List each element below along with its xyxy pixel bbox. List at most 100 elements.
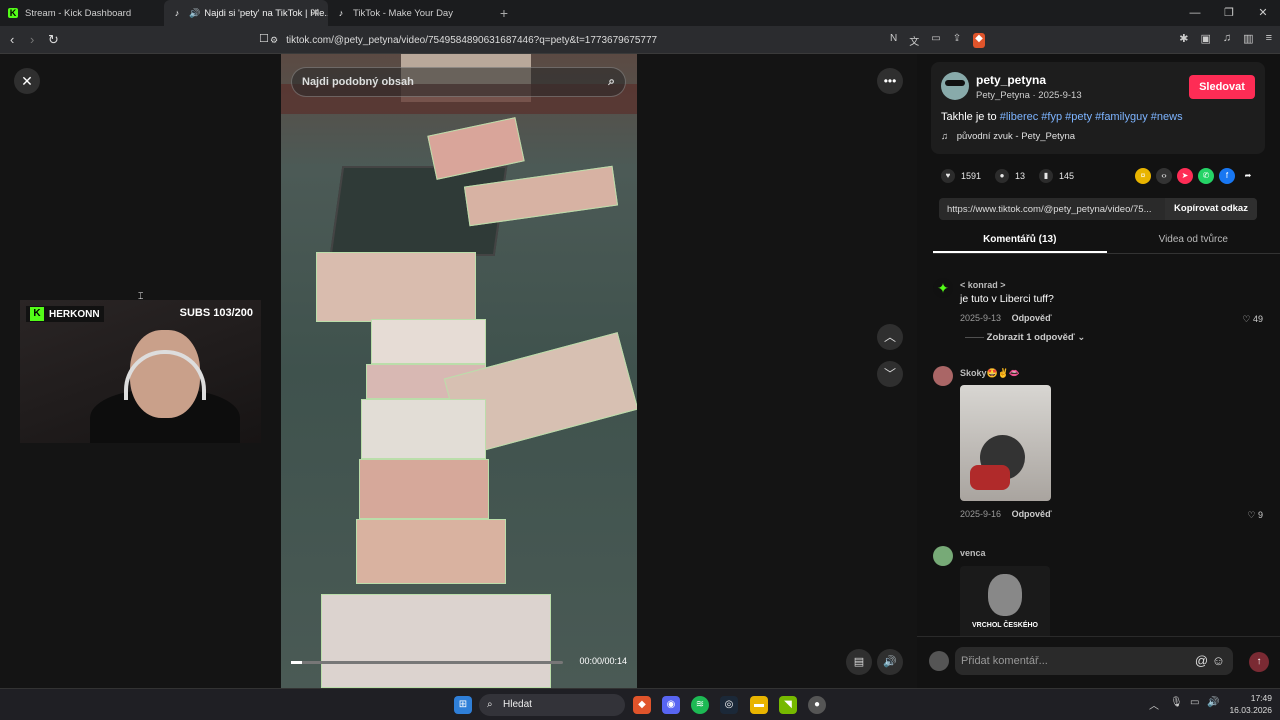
facebook-icon[interactable]: f <box>1219 168 1235 184</box>
like-button[interactable]: ♥ 1591 <box>941 169 981 183</box>
whatsapp-icon[interactable]: ✆ <box>1198 168 1214 184</box>
commenter-avatar[interactable]: ✦ <box>933 278 953 298</box>
comment-image[interactable]: VRCHOL ČESKÉHO <box>960 566 1050 636</box>
microphone-icon[interactable]: 🎙 <box>1170 697 1183 708</box>
start-icon[interactable]: ⊞ <box>454 696 472 714</box>
floating-player-button[interactable]: ▤ <box>846 649 872 675</box>
nvidia-icon[interactable]: ◥ <box>779 696 797 714</box>
extensions-icon[interactable]: ✱ <box>1179 32 1188 45</box>
reply-button[interactable]: Odpověď <box>1012 313 1052 323</box>
discord-icon[interactable]: ◉ <box>662 696 680 714</box>
reply-button[interactable]: Odpověď <box>1012 509 1052 519</box>
taskbar-search[interactable]: ⌕ Hledat <box>479 694 625 716</box>
steam-icon[interactable]: ◎ <box>720 696 738 714</box>
creator-meta: Pety_Petyna · 2025-9-13 <box>976 90 1082 101</box>
comment-like-button[interactable]: ♡ 9 <box>1247 510 1263 521</box>
video-player[interactable]: Najdi podobný obsah ⌕ 00:00/00:14 <box>281 54 637 688</box>
share-icon[interactable]: ⇪ <box>953 33 961 48</box>
music-icon[interactable]: ♫ <box>1223 32 1231 45</box>
kick-icon: K <box>8 8 18 18</box>
video-time: 00:00/00:14 <box>579 656 627 666</box>
tab-kick-dashboard[interactable]: K Stream - Kick Dashboard <box>0 0 164 26</box>
new-tab-button[interactable]: + <box>492 5 516 21</box>
bookmark-icon: ▮ <box>1039 169 1054 183</box>
close-video-button[interactable]: ✕ <box>14 68 40 94</box>
copy-link-button[interactable]: Kopírovat odkaz <box>1165 198 1257 220</box>
brave-shield-icon[interactable]: ◆ <box>973 33 985 48</box>
video-area: ✕ Najdi podobný obsah ⌕ 00:00/00:14 ••• … <box>0 54 917 688</box>
paper-image <box>361 399 486 459</box>
volume-icon[interactable]: 🔊 <box>1207 697 1219 708</box>
bookmark-icon[interactable]: ☐ <box>259 32 269 45</box>
creator-avatar[interactable] <box>941 72 969 100</box>
comment-date: 2025-9-13 <box>960 313 1002 323</box>
share-options: ¤ ‹› ➤ ✆ f ➦ <box>1135 168 1256 184</box>
close-tab-icon[interactable]: ✕ <box>311 6 320 19</box>
previous-video-button[interactable]: ︿ <box>877 324 903 350</box>
video-link-field[interactable]: https://www.tiktok.com/@pety_petyna/vide… <box>939 198 1257 220</box>
clock-date: 16.03.2026 <box>1229 705 1272 715</box>
minimize-icon[interactable]: — <box>1178 0 1212 26</box>
sidebar-icon[interactable]: ▥ <box>1243 32 1253 45</box>
reload-icon[interactable]: ↻ <box>48 32 59 48</box>
more-options-button[interactable]: ••• <box>877 68 903 94</box>
back-icon[interactable]: ‹ <box>10 32 14 47</box>
tab-label: TikTok - Make Your Day <box>353 7 453 19</box>
clock[interactable]: 17:49 16.03.2026 <box>1229 692 1272 716</box>
comment-image[interactable] <box>960 385 1051 501</box>
hashtag-link[interactable]: #familyguy <box>1095 111 1148 123</box>
tab-tiktok-home[interactable]: ♪ TikTok - Make Your Day <box>328 0 492 26</box>
comment-like-button[interactable]: ♡ 49 <box>1242 314 1263 325</box>
commenter-name[interactable]: < konrad > <box>960 280 1006 290</box>
post-comment-button[interactable]: ↑ <box>1249 652 1269 672</box>
commenter-avatar[interactable] <box>933 366 953 386</box>
translate-icon[interactable]: 文 <box>909 33 919 48</box>
follow-button[interactable]: Sledovat <box>1189 75 1255 99</box>
commenter-avatar[interactable] <box>933 546 953 566</box>
forward-icon[interactable]: › <box>30 32 34 47</box>
hashtag-link[interactable]: #fyp <box>1041 111 1062 123</box>
commenter-name[interactable]: venca <box>960 548 986 558</box>
tab-comments[interactable]: Komentářů (13) <box>933 228 1107 253</box>
comment-button[interactable]: ● 13 <box>995 169 1025 183</box>
site-info-icon[interactable]: ⚙ <box>270 35 278 46</box>
app-icon[interactable]: ● <box>808 696 826 714</box>
search-icon[interactable]: ⌕ <box>608 74 615 89</box>
coin-icon[interactable]: ¤ <box>1135 168 1151 184</box>
tray-chevron-icon[interactable]: ︿ <box>1149 697 1159 712</box>
details-panel: pety_petyna Pety_Petyna · 2025-9-13 Sled… <box>917 54 1280 688</box>
share-arrow-icon[interactable]: ➦ <box>1240 168 1256 184</box>
tab-creator-videos[interactable]: Videa od tvůrce <box>1107 228 1280 253</box>
hashtag-link[interactable]: #liberec <box>1000 111 1039 123</box>
comment-icon: ● <box>995 169 1010 183</box>
spotify-icon[interactable]: ≋ <box>691 696 709 714</box>
hashtag-link[interactable]: #news <box>1151 111 1183 123</box>
commenter-name[interactable]: Skoky🤩✌️👄 <box>960 368 1020 379</box>
similar-search-input[interactable]: Najdi podobný obsah ⌕ <box>291 67 626 97</box>
show-replies-button[interactable]: —— Zobrazit 1 odpověď ⌄ <box>965 332 1085 343</box>
restore-icon[interactable]: ❐ <box>1212 0 1246 26</box>
save-button[interactable]: ▮ 145 <box>1039 169 1074 183</box>
file-explorer-icon[interactable]: ▬ <box>750 696 768 714</box>
tab-tiktok-search[interactable]: ♪ 🔊 Najdi si 'pety' na TikTok | Hle... ✕ <box>164 0 328 26</box>
menu-icon[interactable]: ≡ <box>1266 32 1272 45</box>
creator-username[interactable]: pety_petyna <box>976 73 1046 87</box>
post-info-card: pety_petyna Pety_Petyna · 2025-9-13 Sled… <box>931 62 1265 154</box>
reader-icon[interactable]: N <box>890 33 897 48</box>
network-icon[interactable]: ▭ <box>1190 697 1199 708</box>
sound-link[interactable]: ♫ původní zvuk - Pety_Petyna <box>941 131 1075 142</box>
video-progress-bar[interactable] <box>291 661 563 664</box>
close-window-icon[interactable]: ✕ <box>1246 0 1280 26</box>
comment-input[interactable]: Přidat komentář... @ ☺ <box>955 647 1233 675</box>
next-video-button[interactable]: ﹀ <box>877 361 903 387</box>
embed-icon[interactable]: ‹› <box>1156 168 1172 184</box>
send-icon[interactable]: ➤ <box>1177 168 1193 184</box>
brave-icon[interactable]: ◆ <box>633 696 651 714</box>
wallet-icon[interactable]: ▣ <box>1201 32 1211 45</box>
volume-button[interactable]: 🔊 <box>877 649 903 675</box>
like-count: 1591 <box>961 171 982 181</box>
tab-label: Najdi si 'pety' na TikTok | Hle... <box>204 7 328 19</box>
hashtag-link[interactable]: #pety <box>1065 111 1092 123</box>
mention-emoji-icons[interactable]: @ ☺ <box>1195 647 1225 675</box>
cast-icon[interactable]: ▭ <box>931 33 940 48</box>
